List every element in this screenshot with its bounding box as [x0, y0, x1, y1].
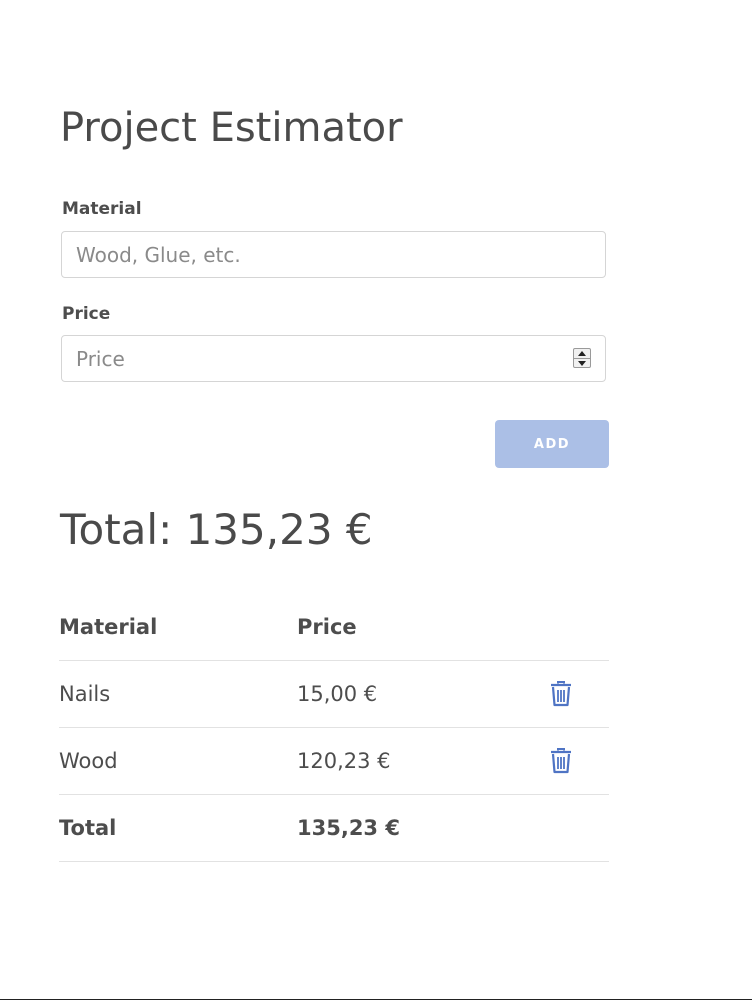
row-delete-cell [545, 728, 577, 794]
row-material: Nails [59, 682, 111, 706]
table-footer-row: Total 135,23 € [59, 795, 609, 862]
add-button[interactable]: ADD [495, 420, 609, 468]
row-price: 120,23 € [297, 749, 391, 773]
row-price: 15,00 € [297, 682, 378, 706]
trash-icon[interactable] [545, 745, 577, 777]
row-delete-cell [545, 661, 577, 727]
project-estimator-page: Project Estimator Material Price ADD Tot… [0, 0, 752, 1000]
price-stepper[interactable] [573, 348, 591, 368]
table-row: Wood 120,23 € [59, 728, 609, 795]
material-input[interactable] [61, 231, 606, 278]
row-material: Wood [59, 749, 118, 773]
stepper-up-icon[interactable] [578, 351, 586, 356]
price-input[interactable] [61, 335, 606, 382]
stepper-divider [574, 358, 590, 359]
page-title: Project Estimator [60, 105, 403, 151]
material-label: Material [62, 199, 142, 219]
stepper-down-icon[interactable] [578, 361, 586, 366]
table-header-row: Material Price [59, 594, 609, 661]
trash-icon[interactable] [545, 678, 577, 710]
column-header-material: Material [59, 615, 158, 639]
materials-table: Material Price Nails 15,00 € Wood 120,23… [59, 594, 609, 862]
column-header-price: Price [297, 615, 357, 639]
footer-total-value: 135,23 € [297, 816, 400, 840]
table-row: Nails 15,00 € [59, 661, 609, 728]
footer-total-label: Total [59, 816, 117, 840]
price-label: Price [62, 304, 111, 324]
total-heading: Total: 135,23 € [60, 505, 373, 554]
